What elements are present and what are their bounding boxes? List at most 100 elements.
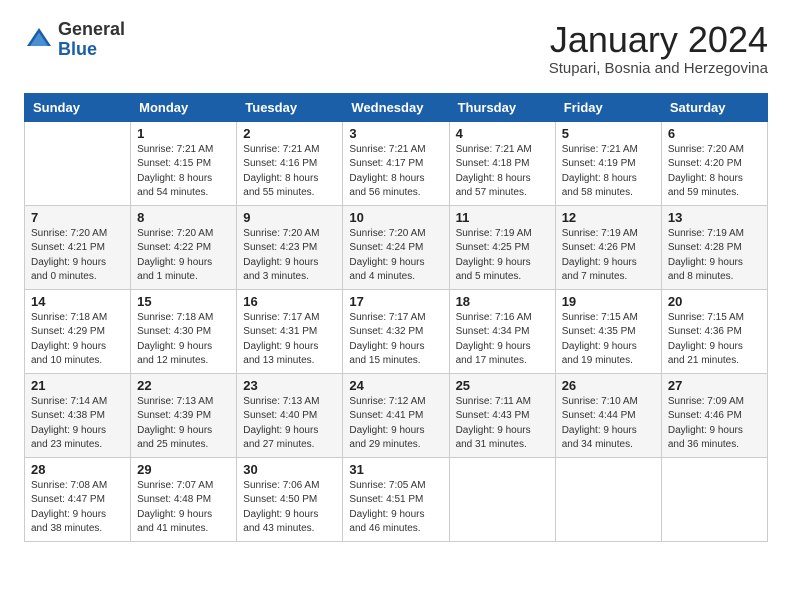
day-number: 15 xyxy=(137,294,230,309)
calendar-cell: 19 Sunrise: 7:15 AM Sunset: 4:35 PM Dayli… xyxy=(555,289,661,373)
calendar-cell: 31 Sunrise: 7:05 AM Sunset: 4:51 PM Dayli… xyxy=(343,457,449,541)
calendar-cell: 21 Sunrise: 7:14 AM Sunset: 4:38 PM Dayli… xyxy=(25,373,131,457)
day-info: Sunrise: 7:14 AM Sunset: 4:38 PM Dayligh… xyxy=(31,395,124,453)
calendar-cell: 4 Sunrise: 7:21 AM Sunset: 4:18 PM Daylig… xyxy=(449,121,555,205)
day-number: 4 xyxy=(456,126,549,141)
calendar-cell: 9 Sunrise: 7:20 AM Sunset: 4:23 PM Daylig… xyxy=(237,205,343,289)
day-number: 10 xyxy=(349,210,442,225)
logo: General Blue xyxy=(24,20,125,60)
day-info: Sunrise: 7:15 AM Sunset: 4:36 PM Dayligh… xyxy=(668,311,761,369)
calendar-cell: 7Sunrise: 7:20 AM Sunset: 4:21 PM Daylig… xyxy=(25,205,131,289)
day-info: Sunrise: 7:21 AM Sunset: 4:15 PM Dayligh… xyxy=(137,143,230,201)
day-number: 2 xyxy=(243,126,336,141)
day-number: 18 xyxy=(456,294,549,309)
calendar-cell: 29 Sunrise: 7:07 AM Sunset: 4:48 PM Dayli… xyxy=(131,457,237,541)
day-number: 1 xyxy=(137,126,230,141)
day-info: Sunrise: 7:13 AM Sunset: 4:39 PM Dayligh… xyxy=(137,395,230,453)
day-info: Sunrise: 7:20 AM Sunset: 4:21 PM Dayligh… xyxy=(31,227,124,285)
logo-icon xyxy=(24,25,54,55)
day-info: Sunrise: 7:10 AM Sunset: 4:44 PM Dayligh… xyxy=(562,395,655,453)
day-number: 31 xyxy=(349,462,442,477)
day-info: Sunrise: 7:20 AM Sunset: 4:22 PM Dayligh… xyxy=(137,227,230,285)
day-info: Sunrise: 7:18 AM Sunset: 4:30 PM Dayligh… xyxy=(137,311,230,369)
calendar-cell: 5 Sunrise: 7:21 AM Sunset: 4:19 PM Daylig… xyxy=(555,121,661,205)
day-info: Sunrise: 7:08 AM Sunset: 4:47 PM Dayligh… xyxy=(31,479,124,537)
calendar-week-row: 14 Sunrise: 7:18 AM Sunset: 4:29 PM Dayli… xyxy=(25,289,768,373)
day-info: Sunrise: 7:09 AM Sunset: 4:46 PM Dayligh… xyxy=(668,395,761,453)
day-info: Sunrise: 7:20 AM Sunset: 4:23 PM Dayligh… xyxy=(243,227,336,285)
day-number: 5 xyxy=(562,126,655,141)
calendar-cell: 10 Sunrise: 7:20 AM Sunset: 4:24 PM Dayli… xyxy=(343,205,449,289)
day-info: Sunrise: 7:21 AM Sunset: 4:17 PM Dayligh… xyxy=(349,143,442,201)
day-number: 9 xyxy=(243,210,336,225)
day-number: 14 xyxy=(31,294,124,309)
calendar-cell: 28 Sunrise: 7:08 AM Sunset: 4:47 PM Dayli… xyxy=(25,457,131,541)
day-number: 20 xyxy=(668,294,761,309)
day-number: 6 xyxy=(668,126,761,141)
day-info: Sunrise: 7:20 AM Sunset: 4:24 PM Dayligh… xyxy=(349,227,442,285)
calendar-cell: 13Sunrise: 7:19 AM Sunset: 4:28 PM Dayli… xyxy=(661,205,767,289)
day-info: Sunrise: 7:21 AM Sunset: 4:18 PM Dayligh… xyxy=(456,143,549,201)
day-info: Sunrise: 7:19 AM Sunset: 4:25 PM Dayligh… xyxy=(456,227,549,285)
day-number: 8 xyxy=(137,210,230,225)
calendar-cell: 30Sunrise: 7:06 AM Sunset: 4:50 PM Dayli… xyxy=(237,457,343,541)
day-info: Sunrise: 7:21 AM Sunset: 4:19 PM Dayligh… xyxy=(562,143,655,201)
calendar-cell: 15 Sunrise: 7:18 AM Sunset: 4:30 PM Dayli… xyxy=(131,289,237,373)
day-number: 24 xyxy=(349,378,442,393)
day-info: Sunrise: 7:15 AM Sunset: 4:35 PM Dayligh… xyxy=(562,311,655,369)
calendar-week-row: 21 Sunrise: 7:14 AM Sunset: 4:38 PM Dayli… xyxy=(25,373,768,457)
calendar-cell xyxy=(555,457,661,541)
calendar-cell xyxy=(661,457,767,541)
day-number: 22 xyxy=(137,378,230,393)
calendar-cell: 25Sunrise: 7:11 AM Sunset: 4:43 PM Dayli… xyxy=(449,373,555,457)
calendar-cell: 26 Sunrise: 7:10 AM Sunset: 4:44 PM Dayli… xyxy=(555,373,661,457)
day-number: 26 xyxy=(562,378,655,393)
title-block: January 2024 Stupari, Bosnia and Herzego… xyxy=(549,20,768,77)
day-number: 29 xyxy=(137,462,230,477)
calendar-cell: 3Sunrise: 7:21 AM Sunset: 4:17 PM Daylig… xyxy=(343,121,449,205)
calendar-cell: 12 Sunrise: 7:19 AM Sunset: 4:26 PM Dayli… xyxy=(555,205,661,289)
calendar-header-saturday: Saturday xyxy=(661,93,767,121)
day-info: Sunrise: 7:20 AM Sunset: 4:20 PM Dayligh… xyxy=(668,143,761,201)
calendar-cell: 24 Sunrise: 7:12 AM Sunset: 4:41 PM Dayli… xyxy=(343,373,449,457)
calendar-header-wednesday: Wednesday xyxy=(343,93,449,121)
day-info: Sunrise: 7:18 AM Sunset: 4:29 PM Dayligh… xyxy=(31,311,124,369)
day-number: 12 xyxy=(562,210,655,225)
logo-text: General Blue xyxy=(58,20,125,60)
calendar-cell xyxy=(25,121,131,205)
day-number: 27 xyxy=(668,378,761,393)
day-info: Sunrise: 7:17 AM Sunset: 4:31 PM Dayligh… xyxy=(243,311,336,369)
day-number: 28 xyxy=(31,462,124,477)
calendar-table: SundayMondayTuesdayWednesdayThursdayFrid… xyxy=(24,93,768,542)
calendar-cell: 11 Sunrise: 7:19 AM Sunset: 4:25 PM Dayli… xyxy=(449,205,555,289)
day-info: Sunrise: 7:12 AM Sunset: 4:41 PM Dayligh… xyxy=(349,395,442,453)
calendar-header-tuesday: Tuesday xyxy=(237,93,343,121)
calendar-cell: 22 Sunrise: 7:13 AM Sunset: 4:39 PM Dayli… xyxy=(131,373,237,457)
day-info: Sunrise: 7:19 AM Sunset: 4:26 PM Dayligh… xyxy=(562,227,655,285)
day-number: 11 xyxy=(456,210,549,225)
day-info: Sunrise: 7:13 AM Sunset: 4:40 PM Dayligh… xyxy=(243,395,336,453)
day-number: 23 xyxy=(243,378,336,393)
calendar-cell xyxy=(449,457,555,541)
day-info: Sunrise: 7:11 AM Sunset: 4:43 PM Dayligh… xyxy=(456,395,549,453)
location-subtitle: Stupari, Bosnia and Herzegovina xyxy=(549,60,768,77)
calendar-cell: 17 Sunrise: 7:17 AM Sunset: 4:32 PM Dayli… xyxy=(343,289,449,373)
day-number: 16 xyxy=(243,294,336,309)
day-info: Sunrise: 7:05 AM Sunset: 4:51 PM Dayligh… xyxy=(349,479,442,537)
calendar-cell: 8 Sunrise: 7:20 AM Sunset: 4:22 PM Daylig… xyxy=(131,205,237,289)
day-number: 17 xyxy=(349,294,442,309)
calendar-cell: 23 Sunrise: 7:13 AM Sunset: 4:40 PM Dayli… xyxy=(237,373,343,457)
day-info: Sunrise: 7:07 AM Sunset: 4:48 PM Dayligh… xyxy=(137,479,230,537)
calendar-week-row: 1 Sunrise: 7:21 AM Sunset: 4:15 PM Daylig… xyxy=(25,121,768,205)
day-info: Sunrise: 7:06 AM Sunset: 4:50 PM Dayligh… xyxy=(243,479,336,537)
day-number: 19 xyxy=(562,294,655,309)
calendar-cell: 20 Sunrise: 7:15 AM Sunset: 4:36 PM Dayli… xyxy=(661,289,767,373)
calendar-cell: 16 Sunrise: 7:17 AM Sunset: 4:31 PM Dayli… xyxy=(237,289,343,373)
calendar-week-row: 7Sunrise: 7:20 AM Sunset: 4:21 PM Daylig… xyxy=(25,205,768,289)
day-number: 21 xyxy=(31,378,124,393)
day-info: Sunrise: 7:17 AM Sunset: 4:32 PM Dayligh… xyxy=(349,311,442,369)
calendar-cell: 14 Sunrise: 7:18 AM Sunset: 4:29 PM Dayli… xyxy=(25,289,131,373)
day-info: Sunrise: 7:19 AM Sunset: 4:28 PM Dayligh… xyxy=(668,227,761,285)
calendar-header-thursday: Thursday xyxy=(449,93,555,121)
calendar-header-friday: Friday xyxy=(555,93,661,121)
